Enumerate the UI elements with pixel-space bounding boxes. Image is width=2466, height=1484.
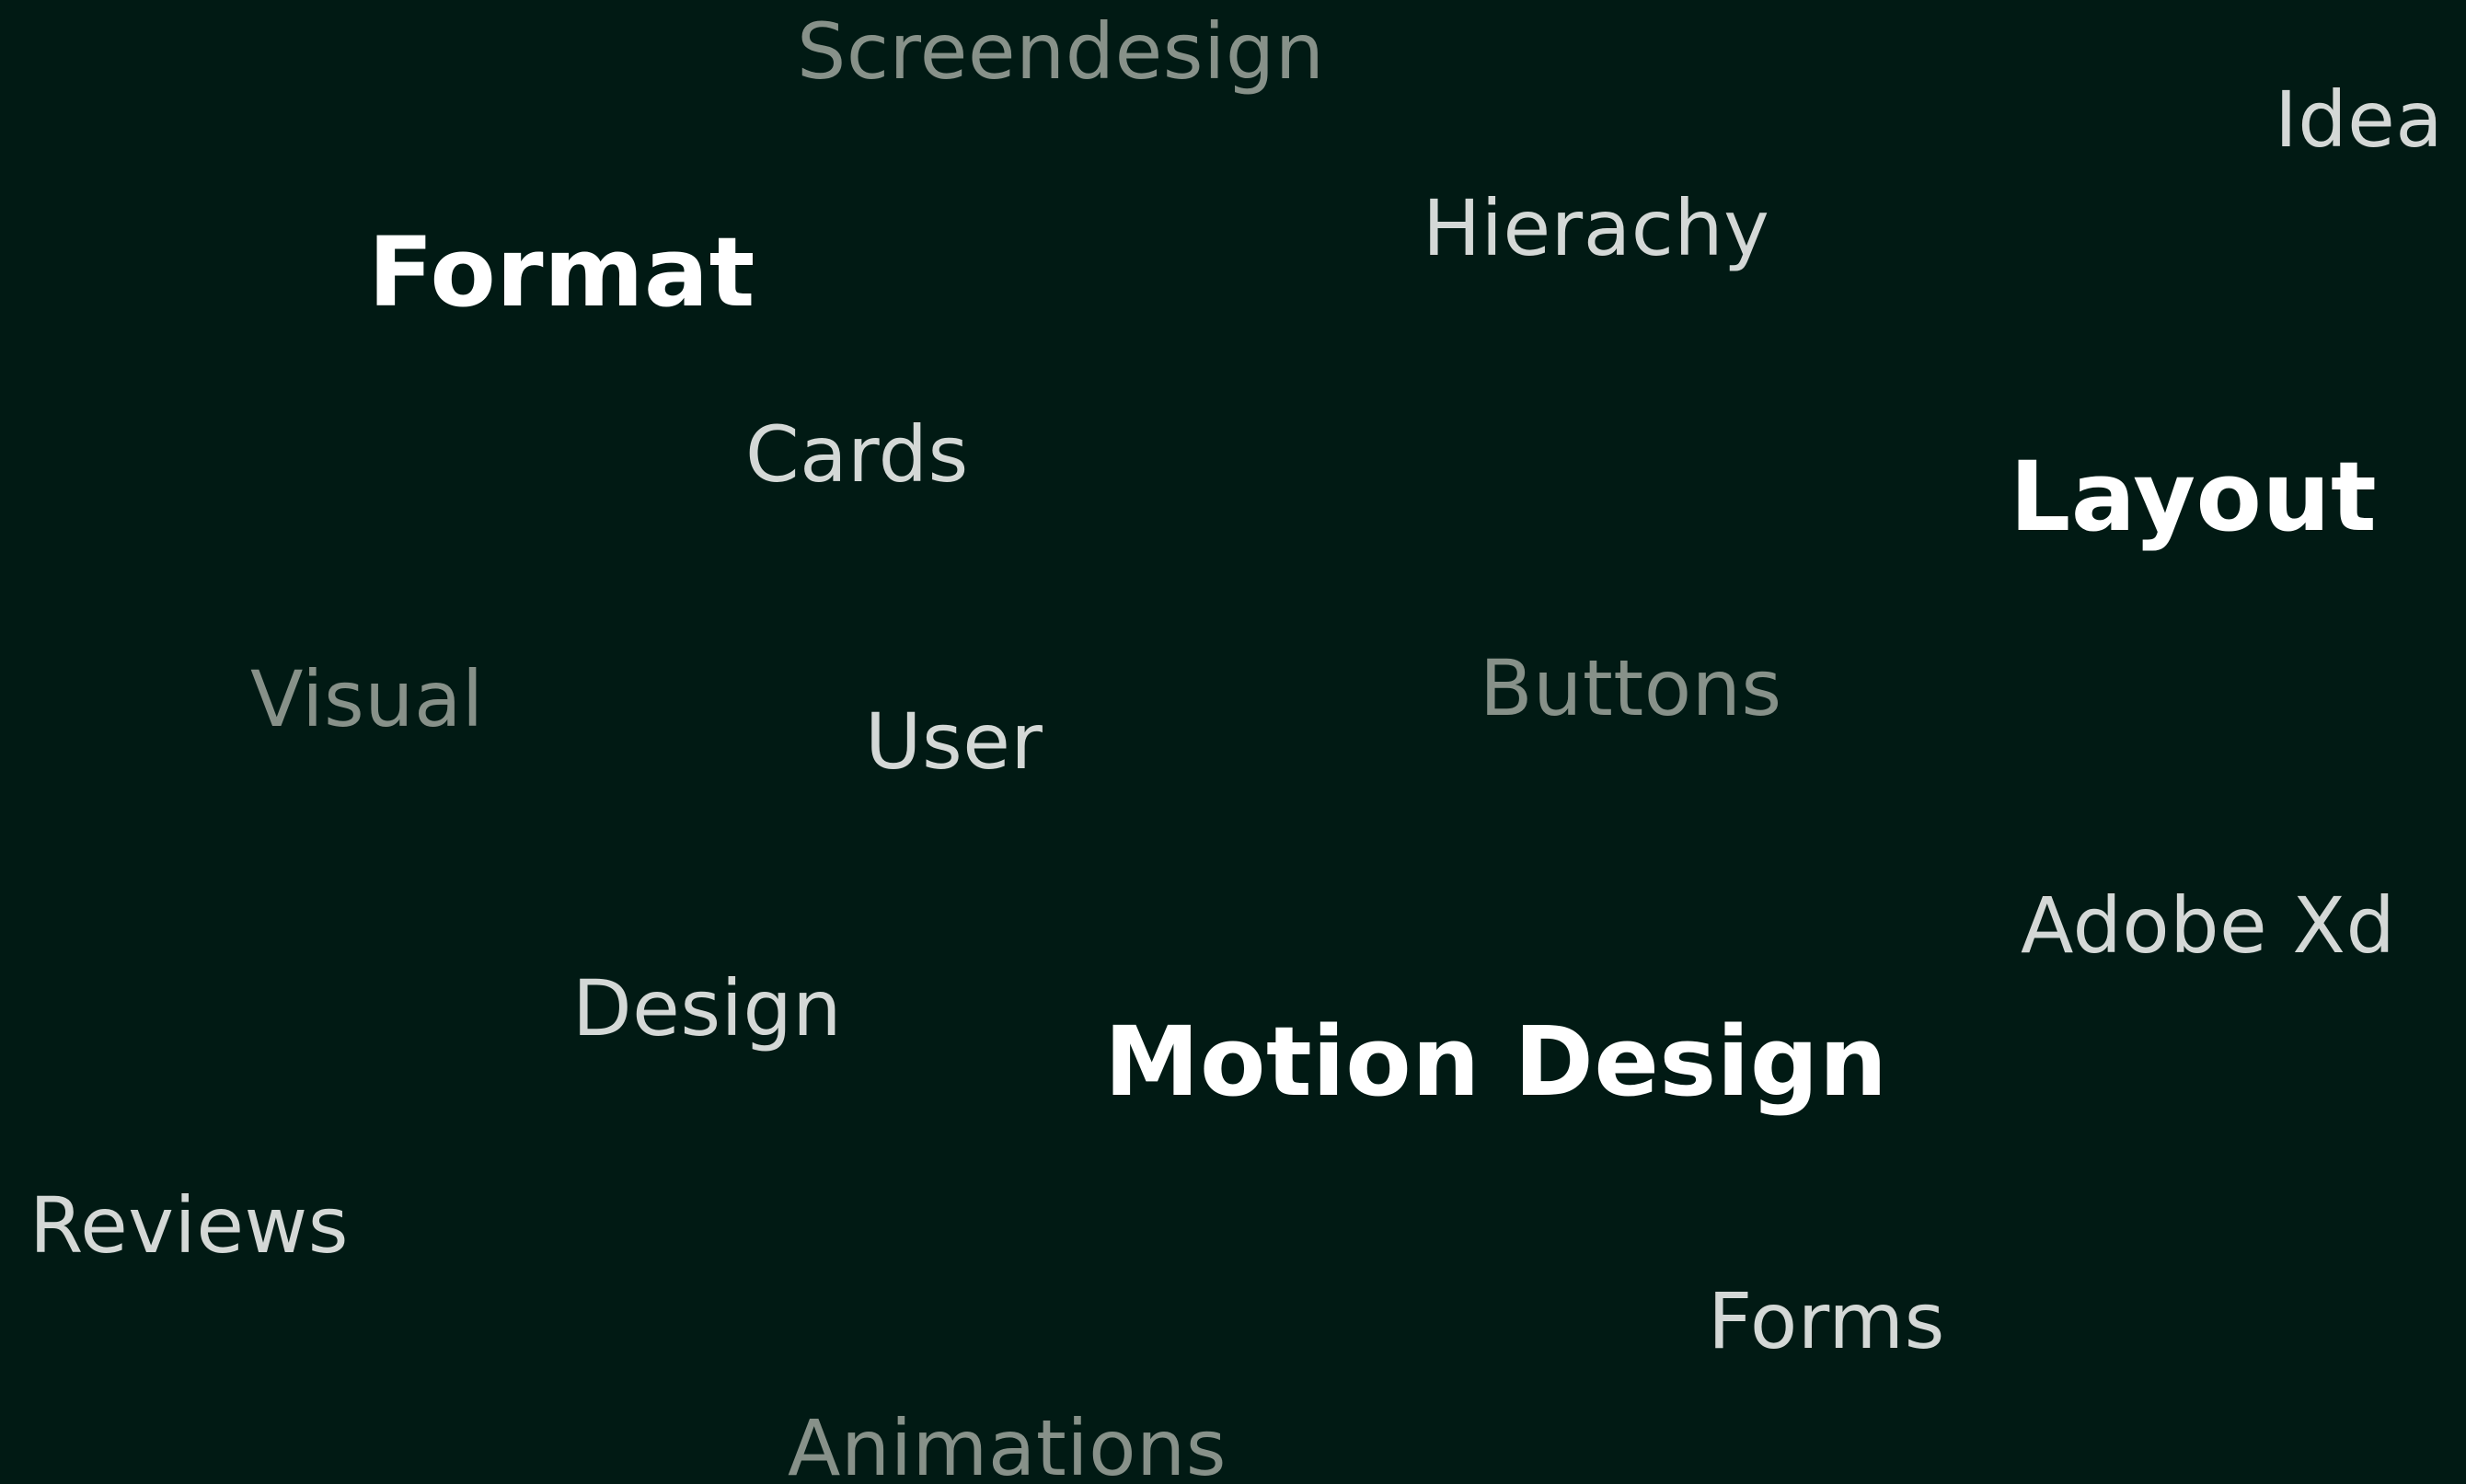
- word-hierachy: Hierachy: [1423, 183, 1770, 273]
- word-buttons: Buttons: [1480, 643, 1782, 733]
- word-reviews: Reviews: [29, 1180, 349, 1271]
- word-cards: Cards: [745, 409, 969, 500]
- word-screendesign: Screendesign: [797, 6, 1325, 97]
- word-format: Format: [368, 216, 755, 328]
- word-layout: Layout: [2010, 441, 2378, 553]
- word-adobe-xd: Adobe Xd: [2021, 880, 2396, 971]
- word-cloud: Screendesign Idea Hierachy Format Cards …: [0, 0, 2466, 1484]
- word-user: User: [865, 696, 1043, 787]
- word-idea: Idea: [2275, 75, 2444, 165]
- word-motion-design: Motion Design: [1104, 1006, 1888, 1118]
- word-forms: Forms: [1708, 1276, 1945, 1366]
- word-visual: Visual: [250, 654, 484, 744]
- word-design: Design: [572, 963, 843, 1053]
- word-animations: Animations: [788, 1403, 1227, 1484]
